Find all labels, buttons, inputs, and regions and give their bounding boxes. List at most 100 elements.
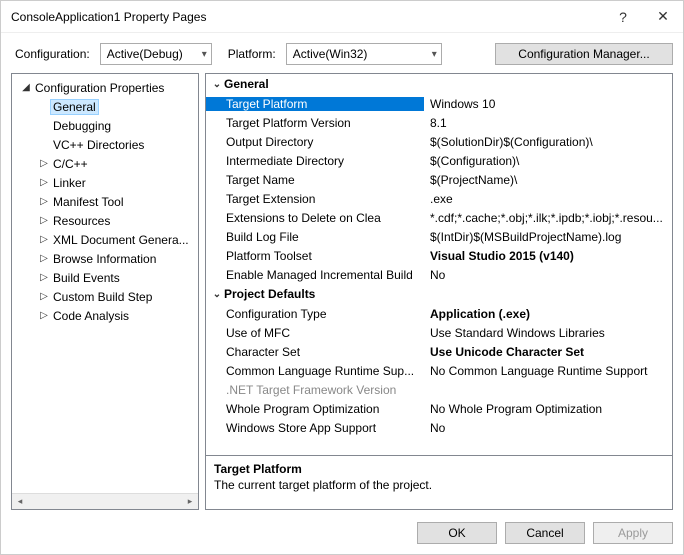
tree-item-label: Code Analysis <box>50 309 132 323</box>
tree-item[interactable]: ▷Build Events <box>12 268 198 287</box>
property-pages-dialog: ConsoleApplication1 Property Pages ? ✕ C… <box>0 0 684 555</box>
description-title: Target Platform <box>214 462 664 476</box>
group-project-defaults-label: Project Defaults <box>224 287 315 301</box>
tree-root-configuration-properties[interactable]: ◢ Configuration Properties <box>12 78 198 97</box>
tree-item-label: Browse Information <box>50 252 159 266</box>
ok-button[interactable]: OK <box>417 522 497 544</box>
property-name: Build Log File <box>206 230 424 244</box>
tree-horizontal-scrollbar[interactable]: ◂ ▸ <box>12 493 198 509</box>
property-name: Output Directory <box>206 135 424 149</box>
property-value[interactable]: Application (.exe) <box>424 307 672 321</box>
scroll-right-icon[interactable]: ▸ <box>182 495 198 509</box>
property-value[interactable]: .exe <box>424 192 672 206</box>
tree-item-label: Resources <box>50 214 113 228</box>
tree-body[interactable]: ◢ Configuration Properties GeneralDebugg… <box>12 74 198 493</box>
scrollbar-track[interactable] <box>28 495 182 509</box>
apply-button[interactable]: Apply <box>593 522 673 544</box>
tree-item-label: General <box>50 99 99 115</box>
tree-item-label: Linker <box>50 176 89 190</box>
property-value[interactable]: Use Standard Windows Libraries <box>424 326 672 340</box>
chevron-down-icon: ▾ <box>432 49 437 60</box>
collapse-icon[interactable]: ⌄ <box>210 289 224 300</box>
property-row[interactable]: Enable Managed Incremental BuildNo <box>206 265 672 284</box>
expand-icon[interactable]: ▷ <box>38 177 50 188</box>
tree-item[interactable]: ▷XML Document Genera... <box>12 230 198 249</box>
property-value[interactable]: No Common Language Runtime Support <box>424 364 672 378</box>
expand-icon[interactable]: ▷ <box>38 291 50 302</box>
tree-item[interactable]: ▷C/C++ <box>12 154 198 173</box>
property-name: Target Extension <box>206 192 424 206</box>
property-grid[interactable]: ⌄ General Target PlatformWindows 10Targe… <box>205 73 673 456</box>
property-row[interactable]: Platform ToolsetVisual Studio 2015 (v140… <box>206 246 672 265</box>
property-row[interactable]: Common Language Runtime Sup...No Common … <box>206 361 672 380</box>
property-value[interactable]: $(Configuration)\ <box>424 154 672 168</box>
tree-item[interactable]: ▷Linker <box>12 173 198 192</box>
close-icon[interactable]: ✕ <box>643 1 683 33</box>
group-general[interactable]: ⌄ General <box>206 74 672 94</box>
help-icon[interactable]: ? <box>603 1 643 33</box>
collapse-icon[interactable]: ⌄ <box>210 79 224 90</box>
platform-label: Platform: <box>228 47 276 61</box>
configuration-bar: Configuration: Active(Debug) ▾ Platform:… <box>1 33 683 73</box>
property-value[interactable]: $(ProjectName)\ <box>424 173 672 187</box>
expand-icon[interactable]: ▷ <box>38 196 50 207</box>
dialog-footer: OK Cancel Apply <box>1 514 683 554</box>
property-row[interactable]: Target Extension.exe <box>206 189 672 208</box>
property-row[interactable]: Target Platform Version8.1 <box>206 113 672 132</box>
titlebar: ConsoleApplication1 Property Pages ? ✕ <box>1 1 683 33</box>
property-row[interactable]: Target Name$(ProjectName)\ <box>206 170 672 189</box>
tree-item[interactable]: VC++ Directories <box>12 135 198 154</box>
property-row[interactable]: Configuration TypeApplication (.exe) <box>206 304 672 323</box>
property-value[interactable]: Windows 10 <box>424 97 672 111</box>
property-row[interactable]: Build Log File$(IntDir)$(MSBuildProjectN… <box>206 227 672 246</box>
navigation-tree: ◢ Configuration Properties GeneralDebugg… <box>11 73 199 510</box>
tree-item[interactable]: Debugging <box>12 116 198 135</box>
property-row[interactable]: Character SetUse Unicode Character Set <box>206 342 672 361</box>
cancel-button[interactable]: Cancel <box>505 522 585 544</box>
tree-item[interactable]: ▷Custom Build Step <box>12 287 198 306</box>
tree-item[interactable]: ▷Manifest Tool <box>12 192 198 211</box>
property-value[interactable]: Visual Studio 2015 (v140) <box>424 249 672 263</box>
configuration-dropdown[interactable]: Active(Debug) ▾ <box>100 43 212 65</box>
tree-item[interactable]: ▷Code Analysis <box>12 306 198 325</box>
tree-item[interactable]: ▷Resources <box>12 211 198 230</box>
property-value[interactable]: No <box>424 421 672 435</box>
property-value[interactable]: $(SolutionDir)$(Configuration)\ <box>424 135 672 149</box>
property-row[interactable]: Use of MFCUse Standard Windows Libraries <box>206 323 672 342</box>
property-name: Extensions to Delete on Clea <box>206 211 424 225</box>
property-name: Platform Toolset <box>206 249 424 263</box>
property-name: Target Platform Version <box>206 116 424 130</box>
property-value[interactable]: No <box>424 268 672 282</box>
property-value[interactable]: Use Unicode Character Set <box>424 345 672 359</box>
group-project-defaults[interactable]: ⌄ Project Defaults <box>206 284 672 304</box>
platform-value: Active(Win32) <box>293 47 368 61</box>
expand-icon[interactable]: ▷ <box>38 253 50 264</box>
expand-icon[interactable]: ▷ <box>38 215 50 226</box>
tree-item[interactable]: General <box>12 97 198 116</box>
configuration-manager-button[interactable]: Configuration Manager... <box>495 43 673 65</box>
tree-item-label: Custom Build Step <box>50 290 155 304</box>
property-value[interactable]: $(IntDir)$(MSBuildProjectName).log <box>424 230 672 244</box>
expand-icon[interactable]: ▷ <box>38 234 50 245</box>
description-pane: Target Platform The current target platf… <box>205 456 673 510</box>
expand-icon[interactable]: ▷ <box>38 272 50 283</box>
property-row[interactable]: Whole Program OptimizationNo Whole Progr… <box>206 399 672 418</box>
property-name: Character Set <box>206 345 424 359</box>
property-row[interactable]: .NET Target Framework Version <box>206 380 672 399</box>
platform-dropdown[interactable]: Active(Win32) ▾ <box>286 43 442 65</box>
property-row[interactable]: Extensions to Delete on Clea*.cdf;*.cach… <box>206 208 672 227</box>
description-text: The current target platform of the proje… <box>214 478 664 492</box>
property-value[interactable]: No Whole Program Optimization <box>424 402 672 416</box>
property-row[interactable]: Target PlatformWindows 10 <box>206 94 672 113</box>
expand-icon[interactable]: ▷ <box>38 310 50 321</box>
scroll-left-icon[interactable]: ◂ <box>12 495 28 509</box>
property-row[interactable]: Output Directory$(SolutionDir)$(Configur… <box>206 132 672 151</box>
tree-item[interactable]: ▷Browse Information <box>12 249 198 268</box>
collapse-icon[interactable]: ◢ <box>20 82 32 93</box>
property-value[interactable]: *.cdf;*.cache;*.obj;*.ilk;*.ipdb;*.iobj;… <box>424 211 672 225</box>
property-row[interactable]: Windows Store App SupportNo <box>206 418 672 437</box>
property-row[interactable]: Intermediate Directory$(Configuration)\ <box>206 151 672 170</box>
tree-item-label: XML Document Genera... <box>50 233 192 247</box>
property-value[interactable]: 8.1 <box>424 116 672 130</box>
expand-icon[interactable]: ▷ <box>38 158 50 169</box>
